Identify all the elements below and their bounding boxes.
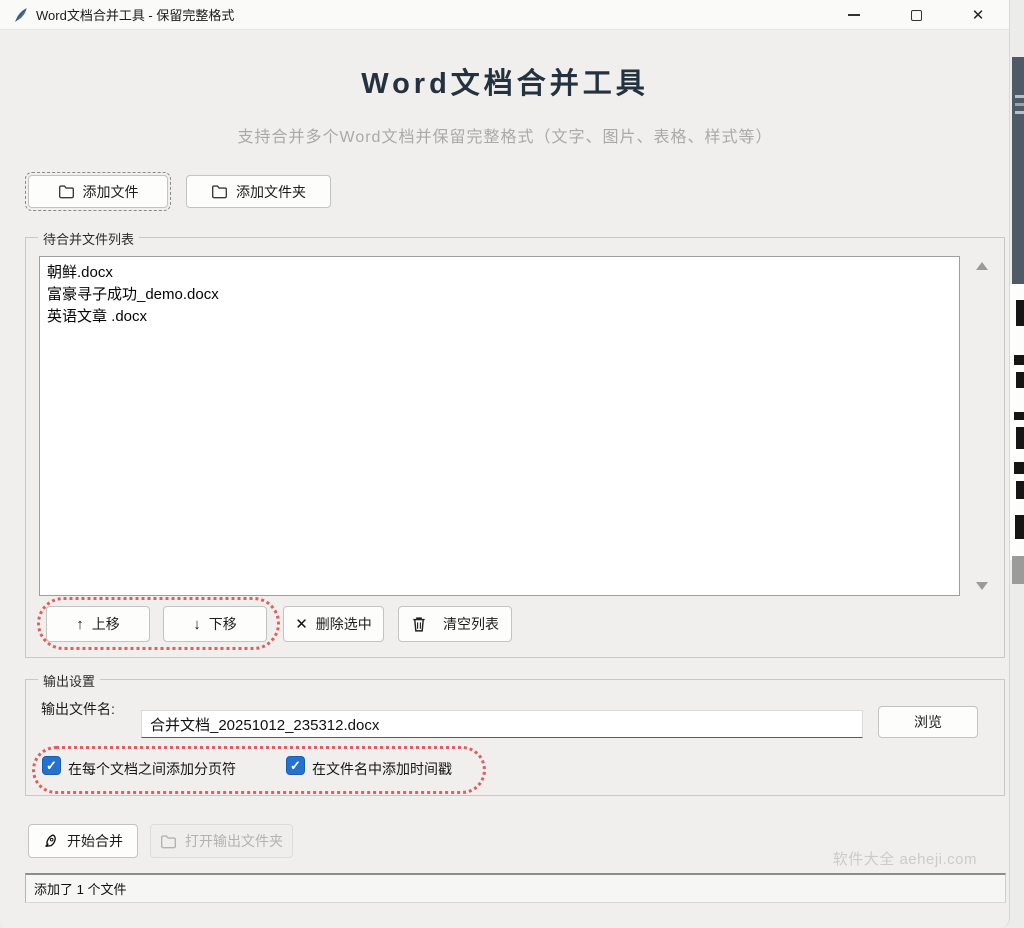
check-icon: ✓ bbox=[46, 759, 57, 772]
file-list-group: 待合并文件列表 朝鲜.docx 富豪寻子成功_demo.docx 英语文章 .d… bbox=[25, 237, 1005, 658]
list-item[interactable]: 英语文章 .docx bbox=[47, 306, 952, 328]
browse-button[interactable]: 浏览 bbox=[878, 706, 978, 738]
maximize-icon bbox=[911, 10, 922, 21]
python-feather-icon bbox=[13, 7, 29, 23]
screen: Word文档合并工具 - 保留完整格式 ✕ Word文档合并工具 支持合并多个W… bbox=[0, 0, 1024, 928]
minimize-button[interactable] bbox=[823, 0, 885, 30]
move-down-label: 下移 bbox=[209, 614, 237, 634]
check-icon: ✓ bbox=[290, 759, 301, 772]
move-up-button[interactable]: ↑ 上移 bbox=[46, 606, 150, 642]
scroll-up-icon[interactable] bbox=[976, 262, 988, 270]
background-text-fragment bbox=[1016, 300, 1024, 326]
background-text-fragment bbox=[1014, 355, 1024, 365]
background-text-fragment bbox=[1016, 372, 1024, 388]
list-scrollbar[interactable] bbox=[974, 256, 990, 596]
delete-selected-label: 删除选中 bbox=[316, 614, 372, 634]
minimize-icon bbox=[848, 14, 860, 16]
arrow-up-icon: ↑ bbox=[76, 616, 84, 633]
background-text-fragment bbox=[1016, 427, 1024, 449]
list-item[interactable]: 富豪寻子成功_demo.docx bbox=[47, 284, 952, 306]
background-fragment bbox=[1015, 103, 1024, 106]
timestamp-checkbox-label[interactable]: 在文件名中添加时间戳 bbox=[312, 759, 452, 779]
output-filename-label: 输出文件名: bbox=[41, 699, 115, 719]
close-button[interactable]: ✕ bbox=[947, 0, 1009, 30]
add-file-button[interactable]: 添加文件 bbox=[28, 175, 168, 208]
add-folder-button[interactable]: 添加文件夹 bbox=[186, 175, 331, 208]
pagebreak-checkbox-label[interactable]: 在每个文档之间添加分页符 bbox=[68, 759, 236, 779]
move-down-button[interactable]: ↓ 下移 bbox=[163, 606, 267, 642]
page-title: Word文档合并工具 bbox=[0, 60, 1010, 102]
x-icon: ✕ bbox=[295, 615, 308, 633]
browse-label: 浏览 bbox=[914, 712, 942, 732]
open-output-folder-label: 打开输出文件夹 bbox=[185, 831, 283, 851]
folder-icon bbox=[58, 184, 75, 199]
timestamp-checkbox[interactable]: ✓ bbox=[286, 756, 305, 775]
add-folder-label: 添加文件夹 bbox=[236, 182, 306, 202]
list-item[interactable]: 朝鲜.docx bbox=[47, 262, 952, 284]
page-subtitle: 支持合并多个Word文档并保留完整格式（文字、图片、表格、样式等） bbox=[0, 123, 1010, 147]
output-settings-label: 输出设置 bbox=[38, 671, 100, 690]
background-fragment bbox=[1015, 111, 1024, 114]
window-controls: ✕ bbox=[823, 0, 1009, 30]
background-text-fragment bbox=[1016, 481, 1024, 499]
file-listbox[interactable]: 朝鲜.docx 富豪寻子成功_demo.docx 英语文章 .docx bbox=[39, 256, 960, 596]
arrow-down-icon: ↓ bbox=[193, 616, 201, 633]
background-text-fragment bbox=[1014, 462, 1024, 474]
window-title: Word文档合并工具 - 保留完整格式 bbox=[36, 5, 234, 24]
status-bar: 添加了 1 个文件 bbox=[25, 873, 1006, 903]
move-up-label: 上移 bbox=[92, 614, 120, 634]
background-fragment bbox=[1015, 95, 1024, 98]
start-merge-button[interactable]: 开始合并 bbox=[28, 824, 138, 858]
background-fragment bbox=[1012, 556, 1024, 584]
clear-list-label: 清空列表 bbox=[443, 614, 499, 634]
scroll-down-icon[interactable] bbox=[976, 582, 988, 590]
clear-list-button[interactable]: 清空列表 bbox=[398, 606, 512, 642]
rocket-icon bbox=[43, 833, 59, 849]
background-window-strip bbox=[1012, 57, 1024, 284]
maximize-button[interactable] bbox=[885, 0, 947, 30]
watermark: 软件大全 aeheji.com bbox=[833, 848, 977, 869]
start-merge-label: 开始合并 bbox=[67, 831, 123, 851]
open-output-folder-button[interactable]: 打开输出文件夹 bbox=[150, 824, 293, 858]
title-bar: Word文档合并工具 - 保留完整格式 ✕ bbox=[0, 0, 1009, 30]
pagebreak-checkbox[interactable]: ✓ bbox=[42, 756, 61, 775]
trash-icon bbox=[411, 616, 427, 633]
add-file-label: 添加文件 bbox=[83, 182, 139, 202]
close-icon: ✕ bbox=[972, 8, 985, 23]
app-window: Word文档合并工具 - 保留完整格式 ✕ Word文档合并工具 支持合并多个W… bbox=[0, 0, 1010, 928]
folder-icon bbox=[211, 184, 228, 199]
background-text-fragment bbox=[1014, 412, 1024, 420]
status-text: 添加了 1 个文件 bbox=[34, 879, 126, 898]
file-list-group-label: 待合并文件列表 bbox=[38, 229, 139, 248]
delete-selected-button[interactable]: ✕ 删除选中 bbox=[283, 606, 384, 642]
background-text-fragment bbox=[1015, 515, 1024, 539]
output-filename-input[interactable] bbox=[141, 710, 863, 738]
folder-icon bbox=[160, 834, 177, 849]
